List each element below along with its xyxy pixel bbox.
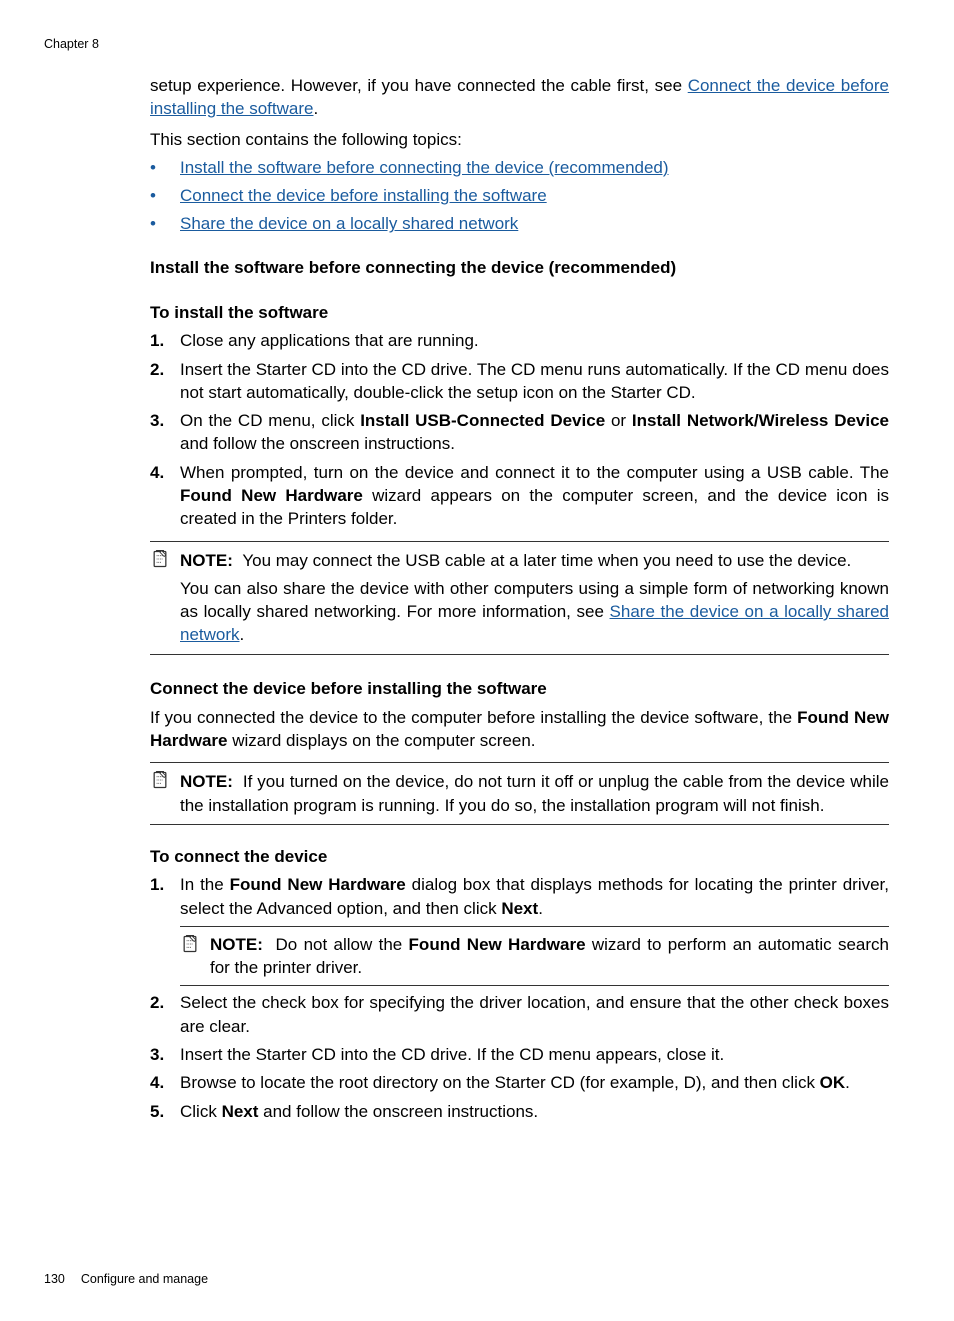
- nn-a: Do not allow the: [276, 935, 409, 954]
- s2s4-a: Browse to locate the root directory on t…: [180, 1073, 820, 1092]
- list-item: Install the software before connecting t…: [150, 156, 889, 179]
- step-item: In the Found New Hardware dialog box tha…: [150, 873, 889, 920]
- s2i-a: If you connected the device to the compu…: [150, 708, 797, 727]
- note2-block-body: If you turned on the device, do not turn…: [180, 772, 889, 814]
- section2-sub-heading: To connect the device: [150, 845, 889, 868]
- note2-block-text: NOTE: If you turned on the device, do no…: [180, 770, 889, 817]
- note-block-1: NOTE: You may connect the USB cable at a…: [150, 541, 889, 655]
- step-item: On the CD menu, click Install USB-Connec…: [150, 409, 889, 456]
- step-item: Browse to locate the root directory on t…: [150, 1071, 889, 1094]
- note2-text: You can also share the device with other…: [180, 577, 889, 647]
- section2-intro: If you connected the device to the compu…: [150, 706, 889, 753]
- note-block-nested: NOTE: Do not allow the Found New Hardwar…: [180, 926, 889, 987]
- note-block-2: NOTE: If you turned on the device, do no…: [150, 762, 889, 825]
- section2-steps: In the Found New Hardware dialog box tha…: [150, 873, 889, 920]
- nested-note-text: NOTE: Do not allow the Found New Hardwar…: [210, 933, 889, 980]
- note-label: NOTE:: [180, 551, 233, 570]
- section2-steps-cont: Select the check box for specifying the …: [150, 991, 889, 1122]
- s3-bold-b: Install USB-Connected Device: [360, 411, 605, 430]
- page-number: 130: [44, 1272, 65, 1286]
- section1-sub-heading: To install the software: [150, 301, 889, 324]
- step-item: When prompted, turn on the device and co…: [150, 461, 889, 531]
- s2s4-c: .: [845, 1073, 850, 1092]
- link-install-before-connect[interactable]: Install the software before connecting t…: [180, 158, 669, 177]
- footer-title: Configure and manage: [81, 1272, 208, 1286]
- s3-bold-d: Install Network/Wireless Device: [632, 411, 889, 430]
- para1-text-before: setup experience. However, if you have c…: [150, 76, 688, 95]
- s3-text-a: On the CD menu, click: [180, 411, 360, 430]
- step-item: Select the check box for specifying the …: [150, 991, 889, 1038]
- s2s5-c: and follow the onscreen instructions.: [258, 1102, 538, 1121]
- nn-b: Found New Hardware: [409, 935, 586, 954]
- link-connect-before-install-item[interactable]: Connect the device before installing the…: [180, 186, 547, 205]
- link-share-network-item[interactable]: Share the device on a locally shared net…: [180, 214, 518, 233]
- step-item: Close any applications that are running.: [150, 329, 889, 352]
- chapter-label: Chapter 8: [44, 36, 99, 53]
- s2s4-b: OK: [820, 1073, 846, 1092]
- page-footer: 130 Configure and manage: [44, 1271, 208, 1288]
- note-icon: [180, 934, 200, 954]
- step-item: Click Next and follow the onscreen instr…: [150, 1100, 889, 1123]
- list-item: Share the device on a locally shared net…: [150, 212, 889, 235]
- s4-text-a: When prompted, turn on the device and co…: [180, 463, 889, 482]
- step-item: Insert the Starter CD into the CD drive.…: [150, 1043, 889, 1066]
- note-icon: [150, 549, 170, 569]
- note-label: NOTE:: [180, 772, 233, 791]
- s2s1-d: Next: [501, 899, 538, 918]
- s4-bold-b: Found New Hardware: [180, 486, 363, 505]
- topics-list: Install the software before connecting t…: [150, 156, 889, 236]
- note1-body: You may connect the USB cable at a later…: [242, 551, 851, 570]
- s2s1-a: In the: [180, 875, 230, 894]
- s3-text-e: and follow the onscreen instructions.: [180, 434, 455, 453]
- s2s5-a: Click: [180, 1102, 222, 1121]
- note1-text: NOTE: You may connect the USB cable at a…: [180, 549, 889, 572]
- note-icon: [150, 770, 170, 790]
- note-label: NOTE:: [210, 935, 263, 954]
- section1-steps: Close any applications that are running.…: [150, 329, 889, 530]
- s2s5-b: Next: [222, 1102, 259, 1121]
- s2s1-b: Found New Hardware: [230, 875, 406, 894]
- s3-text-c: or: [605, 411, 632, 430]
- section1-heading: Install the software before connecting t…: [150, 256, 889, 279]
- note2-text-b: .: [240, 625, 245, 644]
- s2i-c: wizard displays on the computer screen.: [227, 731, 535, 750]
- step-item: Insert the Starter CD into the CD drive.…: [150, 358, 889, 405]
- intro-para1: setup experience. However, if you have c…: [150, 74, 889, 121]
- s2s1-e: .: [538, 899, 543, 918]
- para1-text-after: .: [313, 99, 318, 118]
- section2-heading: Connect the device before installing the…: [150, 677, 889, 700]
- list-item: Connect the device before installing the…: [150, 184, 889, 207]
- intro-para2: This section contains the following topi…: [150, 128, 889, 151]
